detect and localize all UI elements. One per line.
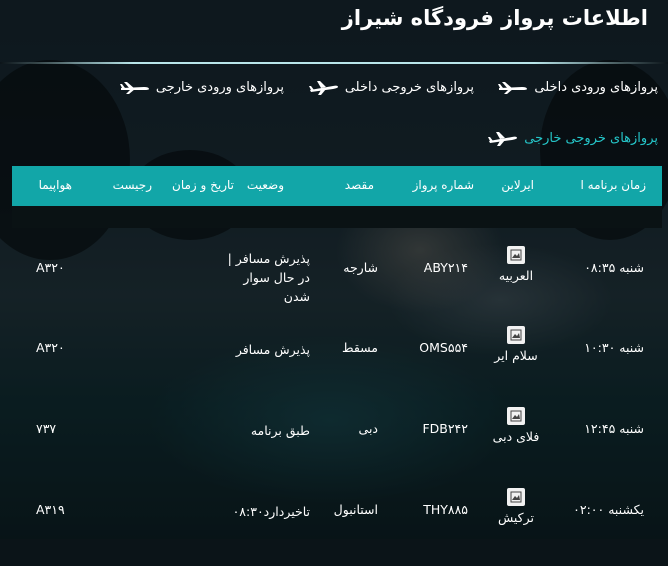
column-header-scheduled-time[interactable]: زمان برنامه ا <box>581 178 646 192</box>
destination: مسقط <box>341 340 378 355</box>
airline-cell: سلام ایر <box>486 326 546 363</box>
column-header-registration[interactable]: رجیست <box>113 178 152 192</box>
column-header-status[interactable]: وضعیت <box>247 178 284 192</box>
flight-status: پذیرش مسافر | در حال سوار شدن <box>227 251 310 304</box>
column-header-airline[interactable]: ایرلاین <box>501 178 534 192</box>
tab-international-arrivals[interactable]: پروازهای ورودی خارجی <box>119 80 284 95</box>
destination: شارجه <box>343 260 378 275</box>
table-header-spacer <box>12 206 662 228</box>
flight-number: THY۸۸۵ <box>423 502 468 517</box>
table-row[interactable]: شنبه ۰۸:۳۵ العربیه ABY۲۱۴ شارجه پذیرش مس… <box>0 244 668 324</box>
aircraft-type: A۳۲۰ <box>36 260 65 275</box>
airline-cell: ترکیش <box>486 488 546 525</box>
flight-number: FDB۲۴۲ <box>422 421 468 436</box>
scheduled-time: شنبه ۱۰:۳۰ <box>584 340 644 355</box>
airline-cell: العربیه <box>486 246 546 283</box>
table-row[interactable]: شنبه ۱۲:۴۵ فلای دبی FDB۲۴۲ دبی طبق برنام… <box>0 405 668 485</box>
column-header-date-time[interactable]: تاریخ و زمان <box>172 178 234 192</box>
airplane-icon <box>498 81 528 95</box>
airline-name: سلام ایر <box>494 348 538 363</box>
tab-label: پروازهای ورودی داخلی <box>534 80 658 95</box>
airline-name: العربیه <box>498 268 534 283</box>
page-title: اطلاعات پرواز فرودگاه شیراز <box>341 6 648 30</box>
airline-name: فلای دبی <box>492 429 540 444</box>
divider <box>0 62 668 64</box>
destination: استانبول <box>333 502 378 517</box>
aircraft-type: ۷۳۷ <box>36 421 57 436</box>
tab-international-departures[interactable]: پروازهای خروجی خارجی <box>488 131 658 146</box>
flight-status: پذیرش مسافر <box>235 342 310 357</box>
tab-label: پروازهای خروجی داخلی <box>344 80 474 95</box>
flight-status: طبق برنامه <box>250 423 310 438</box>
column-header-aircraft[interactable]: هواپیما <box>39 178 72 192</box>
airline-cell: فلای دبی <box>486 407 546 444</box>
tab-domestic-arrivals[interactable]: پروازهای ورودی داخلی <box>498 80 658 95</box>
airline-logo-placeholder-icon <box>507 407 525 425</box>
scheduled-time: شنبه ۰۸:۳۵ <box>584 260 644 275</box>
tab-label: پروازهای خروجی خارجی <box>524 131 658 146</box>
column-header-destination[interactable]: مقصد <box>345 178 374 192</box>
aircraft-type: A۳۲۰ <box>36 340 65 355</box>
table-header: زمان برنامه ا ایرلاین شماره پرواز مقصد و… <box>12 166 662 206</box>
aircraft-type: A۳۱۹ <box>36 502 65 517</box>
airline-logo-placeholder-icon <box>507 488 525 506</box>
airplane-icon <box>488 131 518 146</box>
airplane-icon <box>119 81 150 95</box>
airplane-icon <box>308 80 339 95</box>
airline-logo-placeholder-icon <box>507 326 525 344</box>
tab-label: پروازهای ورودی خارجی <box>155 80 284 95</box>
flight-number: ABY۲۱۴ <box>423 260 468 275</box>
flight-status: تاخیردارد۰۸:۳۰ <box>232 504 310 519</box>
flight-number: OMS۵۵۴ <box>419 340 468 355</box>
destination: دبی <box>358 421 378 436</box>
airline-name: ترکیش <box>497 510 535 525</box>
airline-logo-placeholder-icon <box>507 246 525 264</box>
table-row[interactable]: شنبه ۱۰:۳۰ سلام ایر OMS۵۵۴ مسقط پذیرش مس… <box>0 324 668 404</box>
scheduled-time: شنبه ۱۲:۴۵ <box>584 421 644 436</box>
tab-domestic-departures[interactable]: پروازهای خروجی داخلی <box>308 80 474 95</box>
table-row[interactable]: یکشنبه ۰۲:۰۰ ترکیش THY۸۸۵ استانبول تاخیر… <box>0 486 668 566</box>
scheduled-time: یکشنبه ۰۲:۰۰ <box>573 502 644 517</box>
column-header-flight-number[interactable]: شماره پرواز <box>413 178 474 192</box>
